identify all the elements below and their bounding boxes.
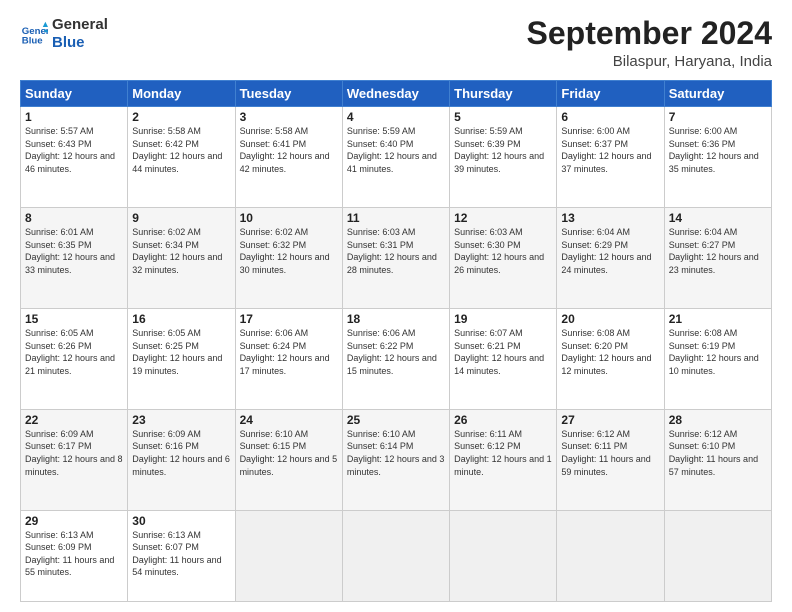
table-row: 29 Sunrise: 6:13 AMSunset: 6:09 PMDaylig…: [21, 510, 128, 601]
table-row: 13 Sunrise: 6:04 AMSunset: 6:29 PMDaylig…: [557, 208, 664, 309]
table-row: 30 Sunrise: 6:13 AMSunset: 6:07 PMDaylig…: [128, 510, 235, 601]
table-row: 8 Sunrise: 6:01 AMSunset: 6:35 PMDayligh…: [21, 208, 128, 309]
page: General Blue General Blue September 2024…: [0, 0, 792, 612]
table-row: 23 Sunrise: 6:09 AMSunset: 6:16 PMDaylig…: [128, 409, 235, 510]
table-row: 26 Sunrise: 6:11 AMSunset: 6:12 PMDaylig…: [450, 409, 557, 510]
table-row: 4 Sunrise: 5:59 AMSunset: 6:40 PMDayligh…: [342, 107, 449, 208]
table-row: 6 Sunrise: 6:00 AMSunset: 6:37 PMDayligh…: [557, 107, 664, 208]
calendar-week-0: 1 Sunrise: 5:57 AMSunset: 6:43 PMDayligh…: [21, 107, 772, 208]
calendar-week-4: 29 Sunrise: 6:13 AMSunset: 6:09 PMDaylig…: [21, 510, 772, 601]
title-block: September 2024 Bilaspur, Haryana, India: [527, 16, 772, 70]
table-row: 2 Sunrise: 5:58 AMSunset: 6:42 PMDayligh…: [128, 107, 235, 208]
col-monday: Monday: [128, 81, 235, 107]
col-sunday: Sunday: [21, 81, 128, 107]
table-row: 7 Sunrise: 6:00 AMSunset: 6:36 PMDayligh…: [664, 107, 771, 208]
col-thursday: Thursday: [450, 81, 557, 107]
table-row: 28 Sunrise: 6:12 AMSunset: 6:10 PMDaylig…: [664, 409, 771, 510]
table-row: 12 Sunrise: 6:03 AMSunset: 6:30 PMDaylig…: [450, 208, 557, 309]
main-title: September 2024: [527, 16, 772, 51]
table-row: 16 Sunrise: 6:05 AMSunset: 6:25 PMDaylig…: [128, 308, 235, 409]
table-row: 3 Sunrise: 5:58 AMSunset: 6:41 PMDayligh…: [235, 107, 342, 208]
table-row: 22 Sunrise: 6:09 AMSunset: 6:17 PMDaylig…: [21, 409, 128, 510]
table-row: 1 Sunrise: 5:57 AMSunset: 6:43 PMDayligh…: [21, 107, 128, 208]
calendar-week-1: 8 Sunrise: 6:01 AMSunset: 6:35 PMDayligh…: [21, 208, 772, 309]
header: General Blue General Blue September 2024…: [20, 16, 772, 70]
table-row: 21 Sunrise: 6:08 AMSunset: 6:19 PMDaylig…: [664, 308, 771, 409]
header-row: Sunday Monday Tuesday Wednesday Thursday…: [21, 81, 772, 107]
col-wednesday: Wednesday: [342, 81, 449, 107]
table-row: 5 Sunrise: 5:59 AMSunset: 6:39 PMDayligh…: [450, 107, 557, 208]
subtitle: Bilaspur, Haryana, India: [527, 53, 772, 70]
col-tuesday: Tuesday: [235, 81, 342, 107]
table-row: 9 Sunrise: 6:02 AMSunset: 6:34 PMDayligh…: [128, 208, 235, 309]
table-row: 14 Sunrise: 6:04 AMSunset: 6:27 PMDaylig…: [664, 208, 771, 309]
table-row: 19 Sunrise: 6:07 AMSunset: 6:21 PMDaylig…: [450, 308, 557, 409]
empty-cell: [235, 510, 342, 601]
empty-cell: [342, 510, 449, 601]
logo-line2: Blue: [52, 34, 108, 52]
table-row: 10 Sunrise: 6:02 AMSunset: 6:32 PMDaylig…: [235, 208, 342, 309]
table-row: 11 Sunrise: 6:03 AMSunset: 6:31 PMDaylig…: [342, 208, 449, 309]
logo-icon: General Blue: [20, 20, 48, 48]
calendar-table: Sunday Monday Tuesday Wednesday Thursday…: [20, 80, 772, 602]
table-row: 18 Sunrise: 6:06 AMSunset: 6:22 PMDaylig…: [342, 308, 449, 409]
col-friday: Friday: [557, 81, 664, 107]
logo: General Blue General Blue: [20, 16, 108, 52]
table-row: 20 Sunrise: 6:08 AMSunset: 6:20 PMDaylig…: [557, 308, 664, 409]
logo-line1: General: [52, 16, 108, 34]
empty-cell: [450, 510, 557, 601]
calendar-week-2: 15 Sunrise: 6:05 AMSunset: 6:26 PMDaylig…: [21, 308, 772, 409]
svg-text:Blue: Blue: [22, 36, 43, 47]
table-row: 24 Sunrise: 6:10 AMSunset: 6:15 PMDaylig…: [235, 409, 342, 510]
empty-cell: [557, 510, 664, 601]
table-row: 17 Sunrise: 6:06 AMSunset: 6:24 PMDaylig…: [235, 308, 342, 409]
table-row: 15 Sunrise: 6:05 AMSunset: 6:26 PMDaylig…: [21, 308, 128, 409]
calendar-week-3: 22 Sunrise: 6:09 AMSunset: 6:17 PMDaylig…: [21, 409, 772, 510]
table-row: 27 Sunrise: 6:12 AMSunset: 6:11 PMDaylig…: [557, 409, 664, 510]
table-row: 25 Sunrise: 6:10 AMSunset: 6:14 PMDaylig…: [342, 409, 449, 510]
col-saturday: Saturday: [664, 81, 771, 107]
empty-cell: [664, 510, 771, 601]
